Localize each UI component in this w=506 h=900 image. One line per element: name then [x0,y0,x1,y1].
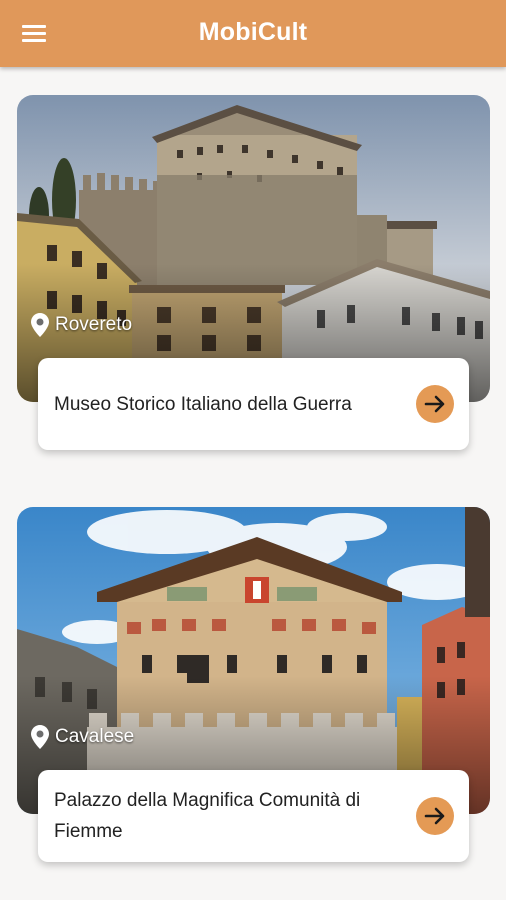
place-info-card[interactable]: Palazzo della Magnifica Comunità di Fiem… [38,770,469,862]
place-info-card[interactable]: Museo Storico Italiano della Guerra [38,358,469,450]
castle-photo [17,95,490,402]
location-text: Cavalese [55,726,135,747]
app-title: MobiCult [198,18,308,46]
place-name: Palazzo della Magnifica Comunità di Fiem… [54,790,361,842]
location-label: Rovereto [31,313,132,337]
app-bar: MobiCult [0,0,506,67]
place-name: Museo Storico Italiano della Guerra [54,394,352,415]
arrow-right-icon[interactable] [416,797,454,835]
location-pin-icon [31,313,49,337]
palazzo-photo [17,507,490,814]
arrow-right-icon[interactable] [416,385,454,423]
location-text: Rovereto [55,314,133,335]
location-pin-icon [31,725,49,749]
location-label: Cavalese [31,725,134,749]
